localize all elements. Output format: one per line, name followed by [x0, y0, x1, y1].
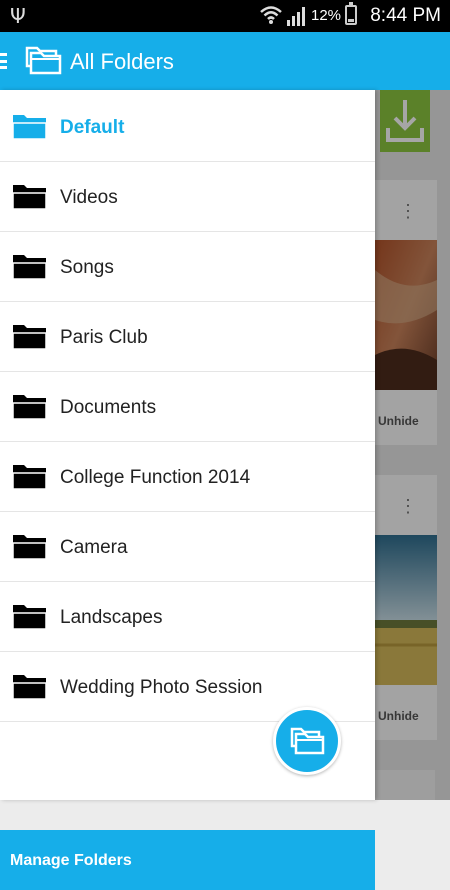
folder-item[interactable]: Paris Club	[0, 302, 375, 372]
signal-icon	[287, 7, 305, 26]
folder-icon	[12, 675, 47, 700]
folder-icon	[12, 185, 47, 210]
folder-icon	[12, 115, 47, 140]
battery-percent: 12%	[311, 7, 342, 24]
usb-icon: Ψ	[10, 4, 26, 28]
page-title: All Folders	[70, 49, 174, 74]
folder-label: Wedding Photo Session	[60, 677, 263, 698]
status-bar: Ψ 12% 8:44 PM	[0, 0, 450, 32]
drawer-scrim[interactable]	[375, 90, 450, 800]
folder-icon	[12, 605, 47, 630]
folder-label: Documents	[60, 397, 157, 418]
folder-item[interactable]: Songs	[0, 232, 375, 302]
folder-label: College Function 2014	[60, 467, 251, 488]
app-bar: All Folders	[0, 32, 450, 90]
manage-folders-label: Manage Folders	[10, 852, 132, 869]
menu-icon[interactable]	[0, 53, 7, 69]
folders-icon	[25, 46, 62, 75]
folder-label: Songs	[60, 257, 114, 278]
folder-icon	[12, 255, 47, 280]
folder-label: Videos	[60, 187, 118, 208]
folder-label: Default	[60, 117, 125, 138]
folder-item[interactable]: College Function 2014	[0, 442, 375, 512]
battery-charging-icon	[345, 2, 357, 25]
folder-item[interactable]: Documents	[0, 372, 375, 442]
folder-icon	[12, 535, 47, 560]
clock: 8:44 PM	[370, 5, 441, 26]
folder-icon	[12, 395, 47, 420]
folder-icon	[12, 325, 47, 350]
folder-label: Paris Club	[60, 327, 148, 348]
wifi-icon	[260, 6, 282, 24]
folder-item[interactable]: Camera	[0, 512, 375, 582]
folder-item[interactable]: Landscapes	[0, 582, 375, 652]
folder-item[interactable]: Default	[0, 92, 375, 162]
folders-icon	[290, 727, 325, 755]
folder-item[interactable]: Videos	[0, 162, 375, 232]
folder-label: Landscapes	[60, 607, 163, 628]
manage-folders-button[interactable]: Manage Folders	[0, 830, 375, 890]
folder-icon	[12, 465, 47, 490]
folder-label: Camera	[60, 537, 128, 558]
folders-fab[interactable]	[273, 707, 341, 775]
folder-drawer: Default Videos Songs Paris Club Documents Col…	[0, 90, 375, 890]
